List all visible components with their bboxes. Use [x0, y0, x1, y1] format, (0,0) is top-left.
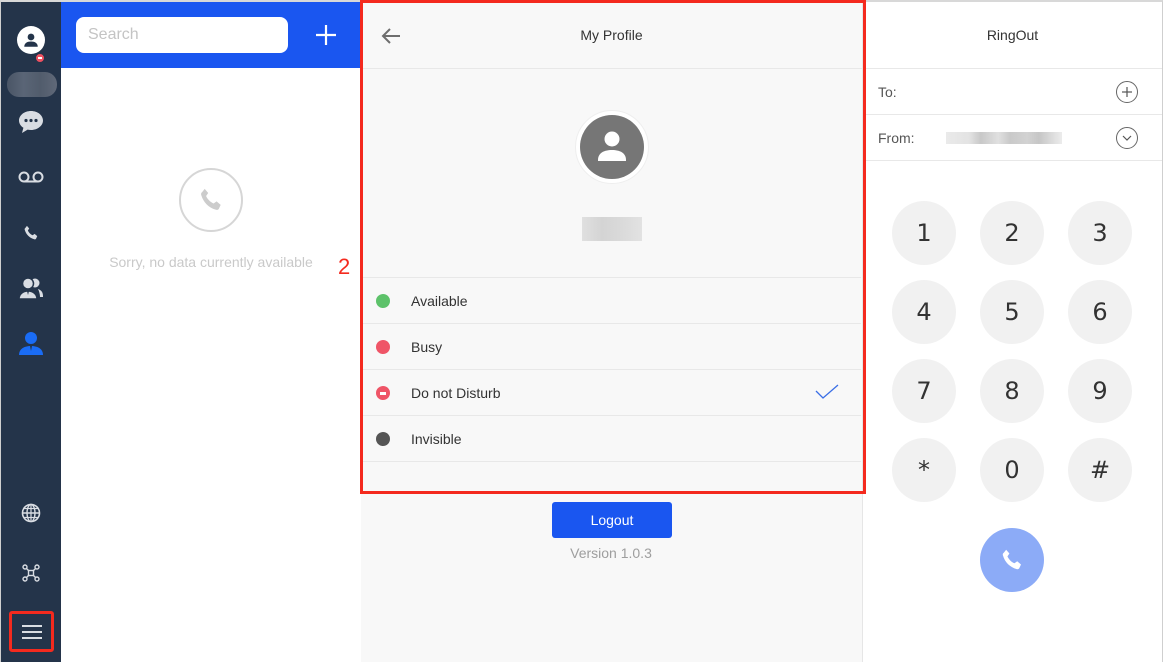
status-label: Do not Disturb [411, 384, 501, 401]
sidebar-item-web[interactable] [1, 500, 61, 526]
call-button[interactable] [980, 528, 1044, 592]
status-label: Available [411, 292, 468, 309]
from-dropdown-button[interactable] [1116, 126, 1138, 149]
arrow-left-icon [381, 28, 400, 44]
sidebar-item-avatar[interactable] [1, 20, 61, 60]
list-header [61, 2, 361, 68]
dial-key[interactable]: 1 [892, 201, 956, 265]
invisible-dot-icon [376, 431, 390, 446]
plus-icon [1122, 86, 1132, 97]
from-field[interactable]: From: [863, 115, 1162, 161]
sidebar-item-voicemail[interactable] [1, 165, 61, 189]
dial-key[interactable]: 7 [892, 359, 956, 423]
version-text: Version 1.0.3 [570, 545, 652, 561]
call-list-panel: Sorry, no data currently available 2 [61, 2, 361, 662]
dial-key[interactable]: 3 [1068, 201, 1132, 265]
dial-key[interactable]: 0 [980, 438, 1044, 502]
contacts-icon [18, 277, 43, 300]
dial-key[interactable]: 6 [1068, 280, 1132, 344]
add-recipient-button[interactable] [1116, 80, 1138, 103]
page-title: My Profile [580, 27, 643, 43]
busy-dot-icon [376, 339, 390, 354]
sidebar-item-contacts[interactable] [1, 274, 61, 302]
profile-avatar [575, 110, 649, 184]
sidebar-item-profile[interactable] [1, 329, 61, 357]
ringout-title: RingOut [863, 2, 1162, 69]
person-icon [19, 332, 43, 355]
presence-dnd-badge [35, 53, 45, 63]
search-box [76, 17, 295, 53]
app-window: 1 Sorry, no data currently available 2 M… [0, 0, 1163, 662]
sidebar-item-calls[interactable] [1, 220, 61, 246]
phone-icon [201, 188, 221, 210]
checkmark-icon [815, 384, 839, 399]
empty-state: Sorry, no data currently available [61, 168, 361, 270]
status-item-do-not-disturb[interactable]: Do not Disturb [361, 370, 861, 416]
profile-panel: My Profile Available Busy Do not Disturb [361, 2, 863, 662]
from-label: From: [878, 129, 915, 146]
voicemail-icon [18, 171, 44, 183]
redacted-account-pill[interactable] [7, 72, 57, 97]
dial-key[interactable]: 8 [980, 359, 1044, 423]
user-avatar-icon [17, 26, 45, 54]
chevron-down-icon [1122, 135, 1132, 141]
status-item-invisible[interactable]: Invisible [361, 416, 861, 462]
do-not-disturb-icon [376, 385, 390, 400]
plus-icon [316, 25, 336, 45]
dial-keypad: 1 2 3 4 5 6 7 8 9 * 0 # [892, 201, 1134, 502]
status-item-available[interactable]: Available [361, 278, 861, 324]
status-item-busy[interactable]: Busy [361, 324, 861, 370]
to-label: To: [878, 83, 897, 100]
redacted-from-number [946, 132, 1062, 144]
hamburger-icon [21, 624, 42, 639]
globe-icon [21, 503, 41, 523]
sidebar [1, 2, 61, 662]
dial-key[interactable]: 4 [892, 280, 956, 344]
empty-phone-circle [179, 168, 243, 232]
user-avatar-icon [598, 131, 626, 161]
sidebar-item-menu[interactable] [9, 611, 54, 652]
search-input[interactable] [88, 26, 295, 44]
add-button[interactable] [313, 20, 339, 50]
network-icon [22, 564, 40, 582]
profile-header: My Profile [361, 2, 862, 69]
phone-icon [1002, 549, 1021, 570]
back-button[interactable] [379, 24, 403, 48]
chat-bubble-icon [19, 111, 43, 133]
dial-key[interactable]: 5 [980, 280, 1044, 344]
logout-button[interactable]: Logout [552, 502, 672, 538]
redacted-user-name [582, 217, 642, 241]
dial-key[interactable]: * [892, 438, 956, 502]
dial-key[interactable]: 9 [1068, 359, 1132, 423]
presence-status-list: Available Busy Do not Disturb Invisible [361, 277, 861, 462]
dial-key[interactable]: 2 [980, 201, 1044, 265]
to-field[interactable]: To: [863, 69, 1162, 115]
sidebar-item-integrations[interactable] [1, 560, 61, 586]
status-label: Invisible [411, 430, 462, 447]
phone-icon [24, 225, 38, 240]
available-dot-icon [376, 293, 390, 308]
annotation-label-2: 2 [338, 254, 351, 279]
dial-key[interactable]: # [1068, 438, 1132, 502]
status-label: Busy [411, 338, 443, 355]
empty-state-text: Sorry, no data currently available [109, 254, 313, 270]
ringout-panel: RingOut To: From: 1 2 3 4 5 6 7 8 9 * 0 [863, 2, 1162, 662]
sidebar-item-messages[interactable] [1, 108, 61, 136]
